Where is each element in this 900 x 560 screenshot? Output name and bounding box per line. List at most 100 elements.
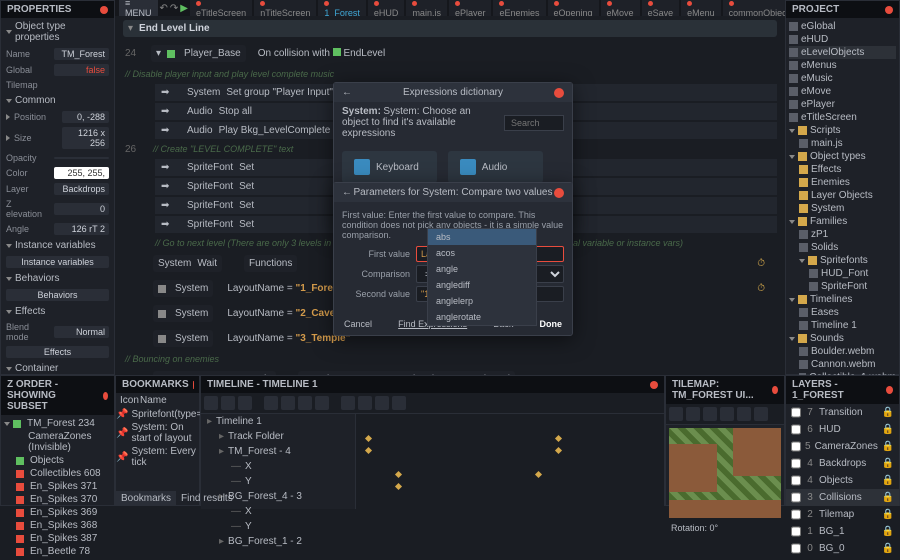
bookmark-row[interactable]: 📌Spritefont(type="HUD_for: [116, 408, 199, 421]
tree-item[interactable]: Layer Objects: [789, 189, 896, 202]
tl-play-icon[interactable]: [281, 396, 295, 410]
tab-find[interactable]: Find results: [176, 491, 238, 506]
action-text[interactable]: Stop all: [219, 106, 252, 117]
tile-erase-icon[interactable]: [703, 407, 717, 421]
bookmark-icon[interactable]: ⏱: [757, 258, 765, 269]
layer-visible-checkbox[interactable]: [791, 440, 801, 453]
tile-save-icon[interactable]: [754, 407, 768, 421]
layer-visible-checkbox[interactable]: [791, 525, 801, 538]
bookmark-row[interactable]: 📌System: Every tick: [116, 445, 199, 469]
tile-flip-icon[interactable]: [720, 407, 734, 421]
tl-loop-icon[interactable]: [315, 396, 329, 410]
lock-icon[interactable]: 🔒: [882, 526, 894, 537]
timeline-track[interactable]: —X: [201, 504, 355, 519]
back-icon[interactable]: ←: [342, 187, 352, 198]
zorder-item[interactable]: En_Spikes 387: [4, 532, 111, 545]
layer-visible-checkbox[interactable]: [791, 491, 801, 504]
layer-row[interactable]: 1BG_1🔒: [786, 523, 899, 540]
tree-item[interactable]: Timeline 1: [789, 319, 896, 332]
zorder-item[interactable]: En_Beetle 78: [4, 545, 111, 558]
tree-item[interactable]: main.js: [789, 137, 896, 150]
position-field[interactable]: 0, -288: [62, 111, 109, 123]
close-icon[interactable]: [885, 6, 893, 14]
ac-item[interactable]: anglediff: [428, 277, 536, 293]
tl-snap-icon[interactable]: [358, 396, 372, 410]
tree-item[interactable]: eGlobal: [789, 20, 896, 33]
angle-field[interactable]: 126 rT 2: [54, 223, 109, 235]
lock-icon[interactable]: 🔒: [882, 543, 894, 554]
tile-rect-icon[interactable]: [686, 407, 700, 421]
back-icon[interactable]: ←: [342, 87, 352, 98]
bookmark-icon[interactable]: ⏱: [757, 283, 765, 294]
layer-row[interactable]: 5CameraZones🔒: [786, 438, 899, 455]
timeline-track[interactable]: —X: [201, 459, 355, 474]
close-icon[interactable]: [100, 6, 108, 14]
tl-settings-icon[interactable]: [392, 396, 406, 410]
tree-item[interactable]: Sounds: [789, 332, 896, 345]
action-target[interactable]: Audio: [187, 125, 213, 136]
layer-visible-checkbox[interactable]: [791, 457, 801, 470]
zorder-item[interactable]: En_Spikes 369: [4, 506, 111, 519]
tree-item[interactable]: eTitleScreen: [789, 111, 896, 124]
close-icon[interactable]: [103, 392, 108, 400]
timeline-canvas[interactable]: [356, 414, 664, 509]
layer-visible-checkbox[interactable]: [791, 508, 801, 521]
tree-item[interactable]: System: [789, 202, 896, 215]
name-field[interactable]: TM_Forest: [54, 48, 109, 60]
expr-audio[interactable]: Audio: [448, 151, 543, 183]
tree-item[interactable]: eMenus: [789, 59, 896, 72]
global-dropdown[interactable]: false: [54, 64, 109, 76]
close-icon[interactable]: [886, 386, 893, 394]
tl-rewind-icon[interactable]: [264, 396, 278, 410]
tl-forward-icon[interactable]: [298, 396, 312, 410]
tree-item[interactable]: Boulder.webm: [789, 345, 896, 358]
zorder-item[interactable]: En_Spikes 371: [4, 480, 111, 493]
lock-icon[interactable]: 🔒: [882, 407, 894, 418]
tl-zoom-icon[interactable]: [341, 396, 355, 410]
tree-item[interactable]: Solids: [789, 241, 896, 254]
tree-item[interactable]: Effects: [789, 163, 896, 176]
tree-item[interactable]: Cannon.webm: [789, 358, 896, 371]
tree-item[interactable]: Timelines: [789, 293, 896, 306]
layer-visible-checkbox[interactable]: [791, 542, 801, 555]
ac-item[interactable]: abs: [428, 229, 536, 245]
tree-item[interactable]: Families: [789, 215, 896, 228]
play-icon[interactable]: ▶: [180, 3, 188, 14]
tree-item[interactable]: zP1: [789, 228, 896, 241]
object-ref[interactable]: System: [175, 333, 208, 344]
close-icon[interactable]: [554, 88, 564, 98]
size-field[interactable]: 1216 x 256: [62, 127, 109, 149]
blend-dropdown[interactable]: Normal: [54, 326, 109, 338]
zorder-item[interactable]: TM_Forest 234: [4, 417, 111, 430]
tile-rotate-icon[interactable]: [737, 407, 751, 421]
lock-icon[interactable]: 🔒: [882, 509, 894, 520]
object-ref[interactable]: System: [175, 308, 208, 319]
ac-item[interactable]: angle: [428, 261, 536, 277]
close-icon[interactable]: [772, 386, 778, 394]
lock-icon[interactable]: 🔒: [882, 424, 894, 435]
object-ref[interactable]: Player_Base: [184, 48, 241, 59]
zorder-item[interactable]: Objects: [4, 454, 111, 467]
timeline-track[interactable]: ▸TM_Forest - 4: [201, 444, 355, 459]
undo-icon[interactable]: ↶: [160, 3, 168, 14]
action-target[interactable]: Audio: [187, 106, 213, 117]
layer-row[interactable]: 7Transition🔒: [786, 404, 899, 421]
tree-item[interactable]: Object types: [789, 150, 896, 163]
tilemap-canvas[interactable]: [669, 428, 781, 518]
timeline-track[interactable]: —Y: [201, 474, 355, 489]
layer-row[interactable]: 4Backdrops🔒: [786, 455, 899, 472]
tree-item[interactable]: eMove: [789, 85, 896, 98]
layer-dropdown[interactable]: Backdrops: [54, 183, 109, 195]
layer-row[interactable]: 2Tilemap🔒: [786, 506, 899, 523]
lock-icon[interactable]: 🔒: [882, 458, 894, 469]
chevron-down-icon[interactable]: ▾: [156, 48, 161, 59]
layer-row[interactable]: 3Collisions🔒: [786, 489, 899, 506]
tree-item[interactable]: Eases: [789, 306, 896, 319]
timeline-track[interactable]: ▸Track Folder: [201, 429, 355, 444]
done-button[interactable]: Done: [539, 319, 562, 329]
zorder-item[interactable]: Collectibles 608: [4, 467, 111, 480]
object-ref[interactable]: EndLevel: [344, 48, 386, 59]
iv-button[interactable]: Instance variables: [6, 256, 109, 268]
effects-button[interactable]: Effects: [6, 346, 109, 358]
behaviors-button[interactable]: Behaviors: [6, 289, 109, 301]
